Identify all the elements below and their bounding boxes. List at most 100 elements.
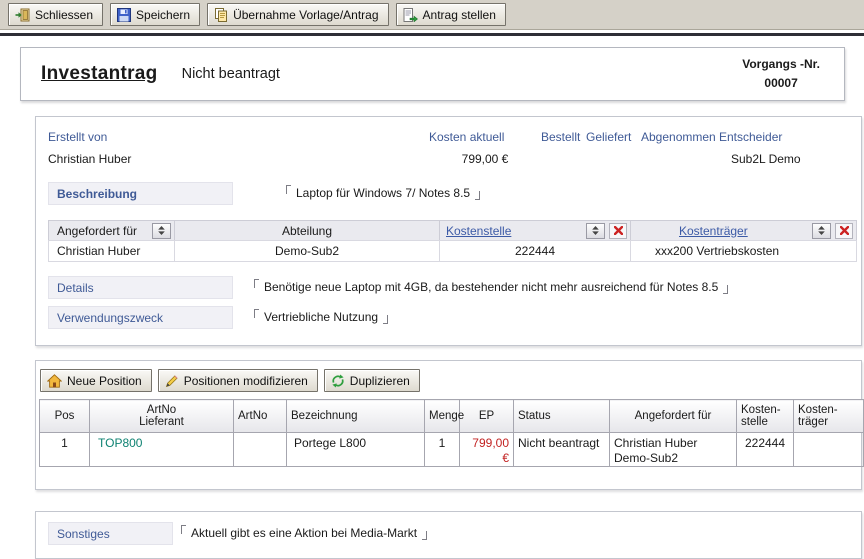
sonstiges-section: Sonstiges Aktuell gibt es eine Aktion be… xyxy=(35,511,862,559)
status-cell: Nicht beantragt xyxy=(513,432,610,467)
kostentraeger-sort-button[interactable] xyxy=(812,222,831,239)
positions-toolbar: Neue Position Positionen modifizieren Du… xyxy=(38,366,847,399)
bezeichnung-cell: Portege L800 xyxy=(286,432,425,467)
erstellt-von-label: Erstellt von xyxy=(48,130,108,144)
entscheider-label: Entscheider xyxy=(719,130,783,144)
antrag-stellen-label: Antrag stellen xyxy=(422,7,496,22)
details-value: Benötige neue Laptop mit 4GB, da bestehe… xyxy=(264,280,719,294)
pos-cell: 1 xyxy=(39,432,90,467)
col-menge: Menge xyxy=(424,399,464,433)
uebernahme-vorlage-label: Übernahme Vorlage/Antrag xyxy=(233,7,379,22)
verwendungszweck-value: Vertriebliche Nutzung xyxy=(264,310,379,324)
zuordnung-table: Angefordert für Abteilung Kostenstelle K… xyxy=(48,220,860,262)
sort-icon xyxy=(818,223,825,238)
artno-cell xyxy=(233,432,287,467)
antrag-stellen-button[interactable]: Antrag stellen xyxy=(395,3,506,26)
details-label: Details xyxy=(48,276,233,299)
zuordnung-header-row: Angefordert für Abteilung Kostenstelle K… xyxy=(48,220,860,241)
kostenstelle-link[interactable]: Kostenstelle xyxy=(446,224,511,238)
abgenommen-label: Abgenommen xyxy=(641,130,716,144)
request-form-section: Erstellt von Kosten aktuell Bestellt Gel… xyxy=(35,116,862,346)
sort-icon xyxy=(592,223,599,238)
angefordert-fuer-cell: Christian Huber xyxy=(48,240,175,262)
zuordnung-data-row: Christian Huber Demo-Sub2 222444 xxx200 … xyxy=(48,240,860,262)
sonstiges-value: Aktuell gibt es eine Aktion bei Media-Ma… xyxy=(191,526,418,540)
field-open-bracket-icon xyxy=(254,279,259,288)
col-pos: Pos xyxy=(39,399,90,433)
col-ep: EP xyxy=(459,399,514,433)
erstellt-von-value: Christian Huber xyxy=(48,152,132,166)
angefordert-fuer-pos-cell: Christian Huber Demo-Sub2 xyxy=(609,432,737,467)
menge-cell: 1 xyxy=(424,432,460,467)
kostentraeger-pos-cell xyxy=(793,432,864,467)
sonstiges-field[interactable]: Aktuell gibt es eine Aktion bei Media-Ma… xyxy=(181,522,428,540)
schliessen-button[interactable]: Schliessen xyxy=(8,3,104,26)
positions-header-row: Pos ArtNo Lieferant ArtNo Bezeichnung Me… xyxy=(39,399,864,433)
positions-section: Neue Position Positionen modifizieren Du… xyxy=(35,360,864,490)
verwendungszweck-field[interactable]: Vertriebliche Nutzung xyxy=(254,306,389,324)
page-title: Investantrag xyxy=(41,63,158,84)
field-close-bracket-icon xyxy=(383,315,389,324)
kostenstelle-remove-button[interactable] xyxy=(609,222,627,239)
uebernahme-vorlage-button[interactable]: Übernahme Vorlage/Antrag xyxy=(207,3,389,26)
house-icon xyxy=(47,373,62,388)
col-angefordert-fuer: Angefordert für xyxy=(609,399,737,433)
delete-x-icon xyxy=(613,223,623,238)
angefordert-fuer-header: Angefordert für xyxy=(48,220,175,241)
exit-door-icon xyxy=(15,8,30,22)
field-open-bracket-icon xyxy=(286,185,291,194)
col-artno: ArtNo xyxy=(233,399,287,433)
details-field[interactable]: Benötige neue Laptop mit 4GB, da bestehe… xyxy=(254,276,729,294)
status-text: Nicht beantragt xyxy=(181,66,280,82)
sort-icon xyxy=(158,223,165,238)
neue-position-button[interactable]: Neue Position xyxy=(40,369,152,392)
abteilung-header-label: Abteilung xyxy=(281,223,333,238)
main-toolbar: Schliessen Speichern Übernahme Vorlage/A… xyxy=(0,0,864,30)
kostentraeger-header: Kostenträger xyxy=(630,220,857,241)
position-row[interactable]: 1 TOP800 Portege L800 1 799,00 € Nicht b… xyxy=(39,432,864,467)
angefordert-fuer-sort-button[interactable] xyxy=(152,222,171,239)
field-close-bracket-icon xyxy=(475,191,481,200)
kostenstelle-sort-button[interactable] xyxy=(586,222,605,239)
duplizieren-label: Duplizieren xyxy=(349,373,410,388)
abteilung-header: Abteilung xyxy=(174,220,440,241)
col-kostenstelle: Kosten- stelle xyxy=(736,399,794,433)
field-close-bracket-icon xyxy=(422,531,428,540)
entscheider-value: Sub2L Demo xyxy=(731,152,801,166)
kostentraeger-remove-button[interactable] xyxy=(835,222,853,239)
positionen-modifizieren-button[interactable]: Positionen modifizieren xyxy=(157,369,318,392)
process-number-value: 00007 xyxy=(764,75,798,90)
submit-document-icon xyxy=(403,7,418,22)
speichern-label: Speichern xyxy=(136,7,191,22)
kostenstelle-header: Kostenstelle xyxy=(439,220,631,241)
kosten-aktuell-label: Kosten aktuell xyxy=(429,130,505,144)
col-kostentraeger: Kosten- träger xyxy=(793,399,864,433)
details-row: Details Benötige neue Laptop mit 4GB, da… xyxy=(48,276,847,299)
duplizieren-button[interactable]: Duplizieren xyxy=(323,369,420,392)
recycle-icon xyxy=(331,374,345,388)
kostentraeger-link[interactable]: Kostenträger xyxy=(679,224,748,238)
angefordert-fuer-header-label: Angefordert für xyxy=(57,223,138,238)
beschreibung-field[interactable]: Laptop für Windows 7/ Notes 8.5 xyxy=(286,182,481,200)
positionen-modifizieren-label: Positionen modifizieren xyxy=(183,373,308,388)
save-disk-icon xyxy=(117,7,132,22)
field-close-bracket-icon xyxy=(723,285,729,294)
verwendungszweck-label: Verwendungszweck xyxy=(48,306,233,329)
geliefert-label: Geliefert xyxy=(586,130,632,144)
schliessen-label: Schliessen xyxy=(35,7,94,22)
col-artno-lieferant: ArtNo Lieferant xyxy=(89,399,234,433)
bestellt-value xyxy=(541,152,586,166)
field-open-bracket-icon xyxy=(181,525,186,534)
beschreibung-label: Beschreibung xyxy=(48,182,233,205)
document-header: Investantrag Nicht beantragt Vorgangs -N… xyxy=(20,47,845,101)
delete-x-icon xyxy=(839,223,849,238)
process-number-label: Vorgangs -Nr. xyxy=(742,57,820,71)
abteilung-cell: Demo-Sub2 xyxy=(174,240,440,262)
ep-cell: 799,00 € xyxy=(459,432,514,467)
verwendungszweck-row: Verwendungszweck Vertriebliche Nutzung xyxy=(48,306,847,329)
speichern-button[interactable]: Speichern xyxy=(110,3,201,26)
kostenstelle-cell: 222444 xyxy=(439,240,631,262)
col-status: Status xyxy=(513,399,610,433)
kostentraeger-cell: xxx200 Vertriebskosten xyxy=(630,240,857,262)
kostenstelle-pos-cell: 222444 xyxy=(736,432,794,467)
